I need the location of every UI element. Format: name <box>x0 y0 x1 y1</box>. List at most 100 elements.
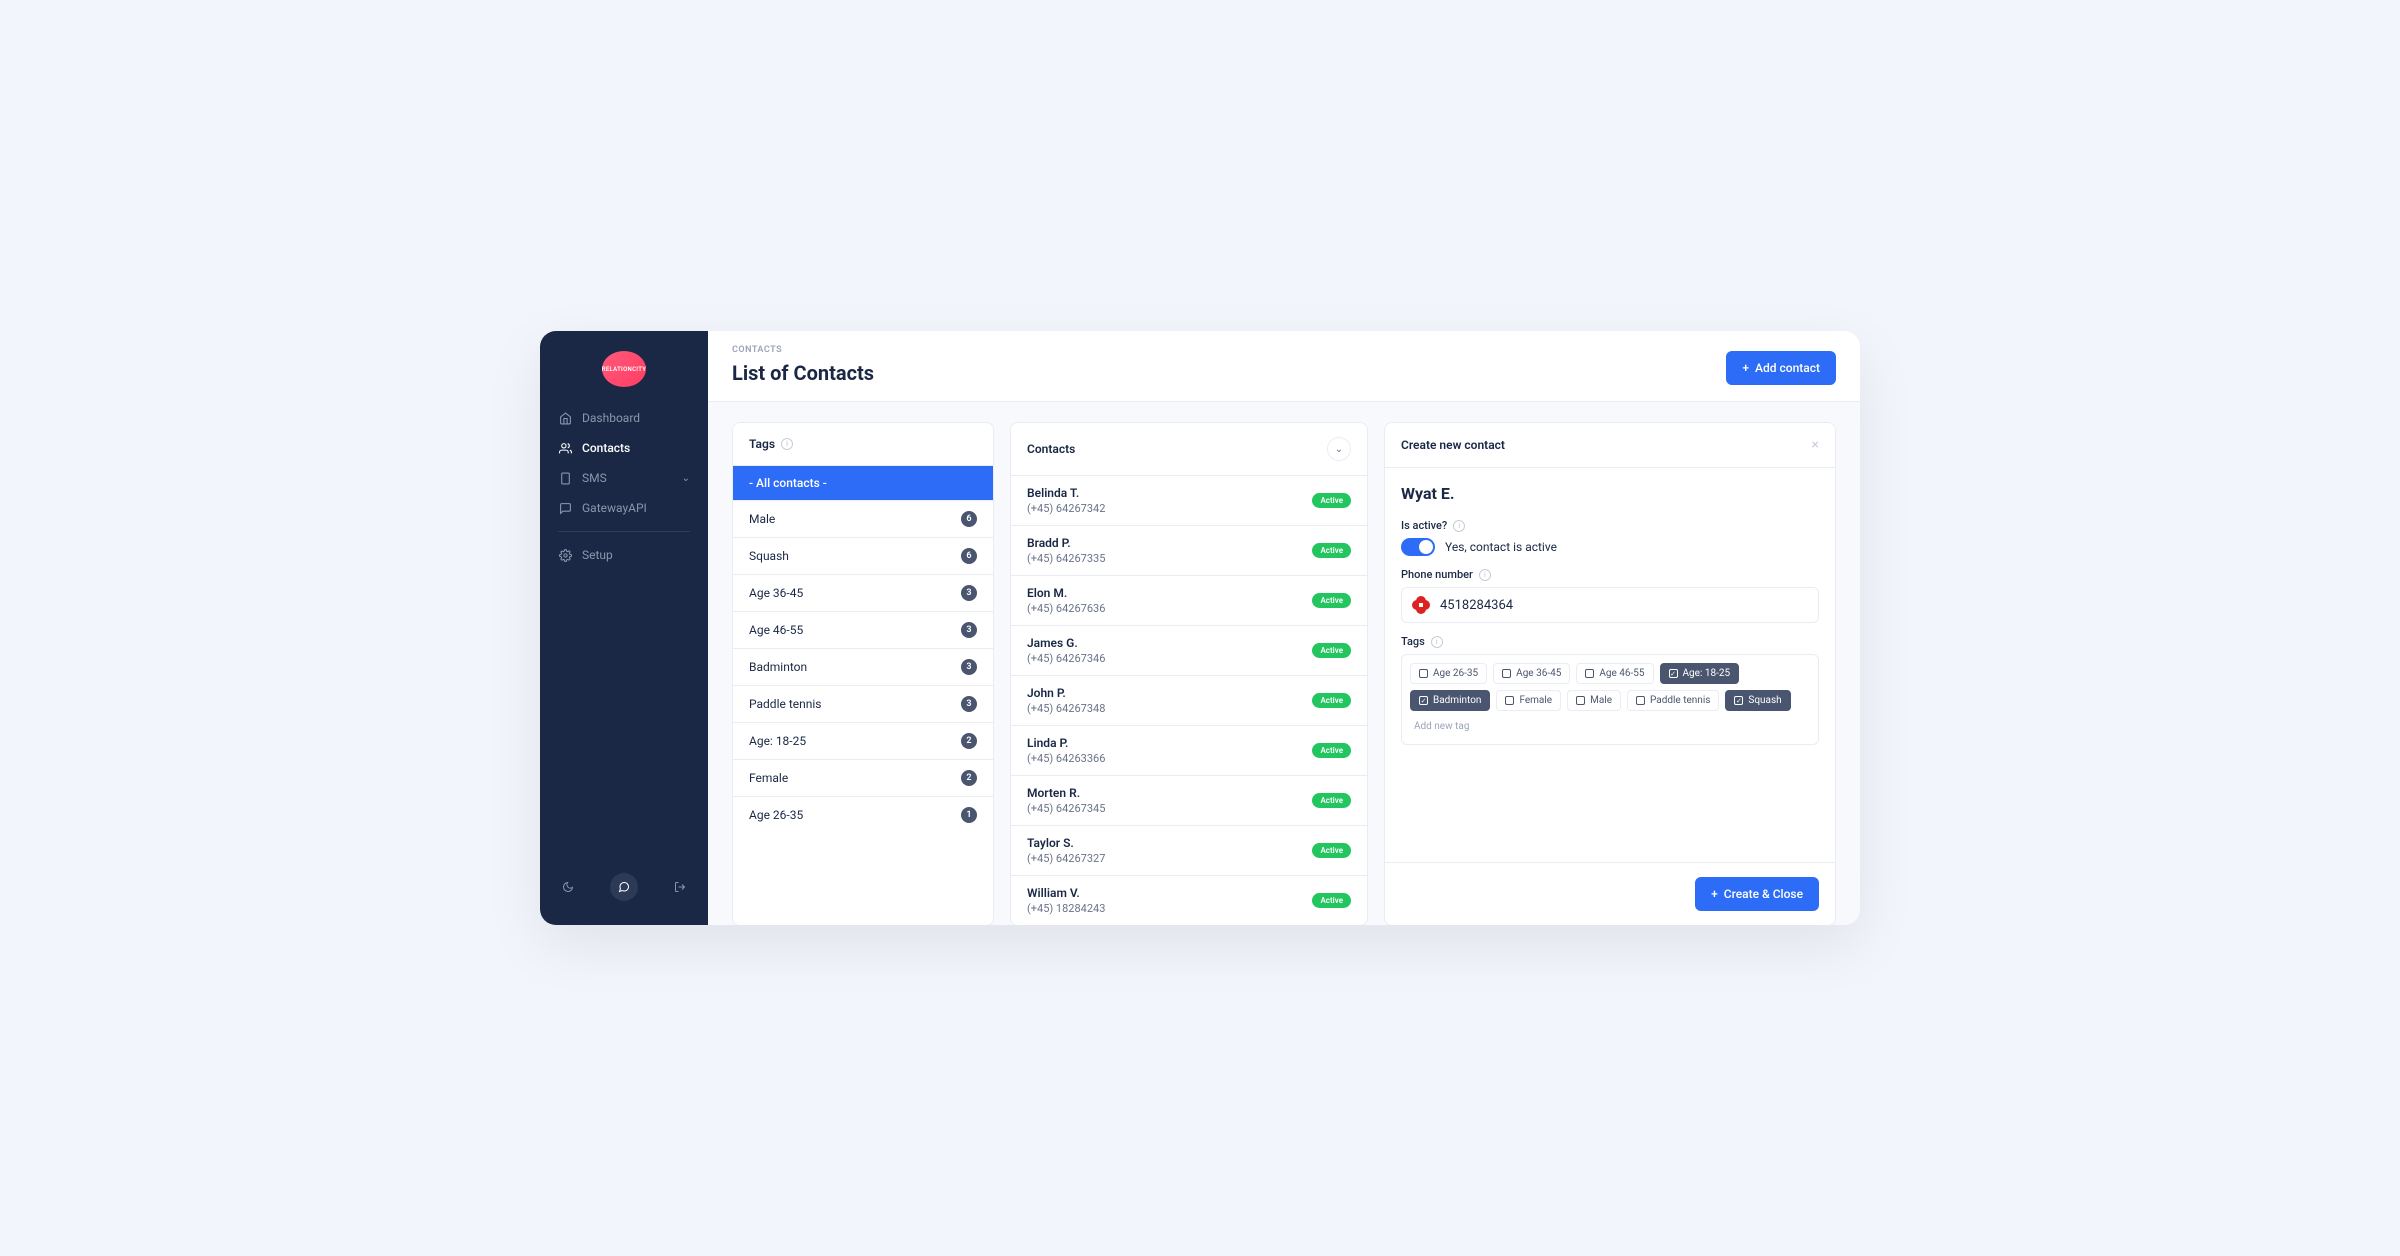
checkbox-icon <box>1636 696 1645 705</box>
tag-count: 2 <box>961 733 977 749</box>
status-badge: Active <box>1312 843 1351 858</box>
chat-button[interactable] <box>610 873 638 901</box>
tag-chip[interactable]: ✓Squash <box>1725 690 1790 711</box>
tag-row[interactable]: Male6 <box>733 501 993 538</box>
contact-phone: (+45) 64263366 <box>1027 752 1105 765</box>
contact-phone: (+45) 64267335 <box>1027 552 1105 565</box>
info-icon[interactable]: i <box>1479 569 1491 581</box>
nav-secondary: Setup <box>540 540 708 570</box>
content: Tags i - All contacts -Male6Squash6Age 3… <box>708 402 1860 925</box>
tag-label: Badminton <box>749 660 807 674</box>
tag-label: Age 26-35 <box>749 808 803 822</box>
tag-count: 3 <box>961 696 977 712</box>
sidebar: RELATIONCITY DashboardContactsSMS⌄Gatewa… <box>540 331 708 925</box>
phone-input[interactable] <box>1440 598 1808 613</box>
tag-row[interactable]: Badminton 3 <box>733 649 993 686</box>
tag-row[interactable]: Paddle tennis3 <box>733 686 993 723</box>
status-badge: Active <box>1312 743 1351 758</box>
contact-name: William V. <box>1027 886 1105 900</box>
info-icon[interactable]: i <box>1431 636 1443 648</box>
checkbox-icon <box>1419 669 1428 678</box>
logo: RELATIONCITY <box>540 347 708 403</box>
phone-label: Phone number i <box>1401 568 1819 581</box>
chip-label: Age 26-35 <box>1433 668 1478 679</box>
tag-count: 3 <box>961 622 977 638</box>
sidebar-item-sms[interactable]: SMS⌄ <box>548 463 700 493</box>
contact-name: Elon M. <box>1027 586 1105 600</box>
tag-chip[interactable]: Female <box>1496 690 1561 711</box>
contact-name-heading: Wyat E. <box>1401 484 1819 503</box>
tag-row[interactable]: Squash6 <box>733 538 993 575</box>
tag-label: Squash <box>749 549 789 563</box>
page-title: List of Contacts <box>732 361 874 385</box>
contact-row[interactable]: James G.(+45) 64267346Active <box>1011 626 1367 676</box>
tag-chip[interactable]: Age 36-45 <box>1493 663 1570 684</box>
sidebar-item-setup[interactable]: Setup <box>548 540 700 570</box>
contact-phone: (+45) 64267327 <box>1027 852 1105 865</box>
create-close-button[interactable]: + Create & Close <box>1695 877 1819 911</box>
contact-name: Morten R. <box>1027 786 1105 800</box>
tag-row[interactable]: Female2 <box>733 760 993 797</box>
button-label: Create & Close <box>1724 887 1803 901</box>
close-icon[interactable]: × <box>1812 437 1819 453</box>
status-badge: Active <box>1312 793 1351 808</box>
contact-row[interactable]: Bradd P.(+45) 64267335Active <box>1011 526 1367 576</box>
tag-count: 3 <box>961 659 977 675</box>
status-badge: Active <box>1312 643 1351 658</box>
top-bar: CONTACTS List of Contacts + Add contact <box>708 331 1860 402</box>
tag-row[interactable]: - All contacts - <box>733 466 993 501</box>
sidebar-item-dashboard[interactable]: Dashboard <box>548 403 700 433</box>
tag-row[interactable]: Age: 18-25 2 <box>733 723 993 760</box>
add-tag-input[interactable]: Add new tag <box>1410 717 1473 736</box>
logout-button[interactable] <box>666 873 694 901</box>
tag-count: 1 <box>961 807 977 823</box>
info-icon[interactable]: i <box>1453 520 1465 532</box>
contact-phone: (+45) 18284243 <box>1027 902 1105 915</box>
phone-field[interactable] <box>1401 587 1819 623</box>
tag-count: 3 <box>961 585 977 601</box>
button-label: Add contact <box>1755 361 1820 375</box>
info-icon[interactable]: i <box>781 438 793 450</box>
tag-label: Age: 18-25 <box>749 734 806 748</box>
tag-chip[interactable]: Paddle tennis <box>1627 690 1719 711</box>
contact-phone: (+45) 64267636 <box>1027 602 1105 615</box>
detail-header: Create new contact × <box>1385 423 1835 468</box>
panel-title-text: Create new contact <box>1401 438 1505 452</box>
tag-row[interactable]: Age 46-55 3 <box>733 612 993 649</box>
sidebar-item-contacts[interactable]: Contacts <box>548 433 700 463</box>
sidebar-item-gatewayapi[interactable]: GatewayAPI <box>548 493 700 523</box>
panel-title-text: Tags <box>749 437 775 451</box>
tags-label: Tags i <box>1401 635 1819 648</box>
contact-row[interactable]: Taylor S.(+45) 64267327Active <box>1011 826 1367 876</box>
detail-body: Wyat E. Is active? i Yes, contact is act… <box>1385 468 1835 862</box>
contact-row[interactable]: Morten R.(+45) 64267345Active <box>1011 776 1367 826</box>
chip-label: Female <box>1519 695 1552 706</box>
tag-chip[interactable]: ✓Age: 18-25 <box>1660 663 1740 684</box>
contact-row[interactable]: Belinda T.(+45) 64267342Active <box>1011 476 1367 526</box>
contact-phone: (+45) 64267342 <box>1027 502 1105 515</box>
tag-chip[interactable]: Age 26-35 <box>1410 663 1487 684</box>
tag-row[interactable]: Age 36-453 <box>733 575 993 612</box>
checkbox-icon <box>1505 696 1514 705</box>
tag-label: Age 46-55 <box>749 623 803 637</box>
tag-chip[interactable]: Age 46-55 <box>1576 663 1653 684</box>
tag-chip[interactable]: ✓Badminton <box>1410 690 1490 711</box>
contact-row[interactable]: Elon M.(+45) 64267636Active <box>1011 576 1367 626</box>
active-toggle[interactable] <box>1401 538 1435 556</box>
tag-count: 2 <box>961 770 977 786</box>
tags-box: Age 26-35 Age 36-45 Age 46-55 ✓Age: 18-25 ✓B… <box>1401 654 1819 745</box>
contact-name: Linda P. <box>1027 736 1105 750</box>
status-badge: Active <box>1312 893 1351 908</box>
theme-toggle[interactable] <box>554 873 582 901</box>
sidebar-item-label: SMS <box>582 471 607 485</box>
checkbox-icon <box>1502 669 1511 678</box>
contact-row[interactable]: Linda P. (+45) 64263366 Active <box>1011 726 1367 776</box>
tag-chip[interactable]: Male <box>1567 690 1621 711</box>
add-contact-button[interactable]: + Add contact <box>1726 351 1836 385</box>
contact-row[interactable]: William V. (+45) 18284243 Active <box>1011 876 1367 925</box>
tag-row[interactable]: Age 26-35 1 <box>733 797 993 833</box>
collapse-button[interactable]: ⌄ <box>1327 437 1351 461</box>
contact-row[interactable]: John P.(+45) 64267348Active <box>1011 676 1367 726</box>
detail-panel: Create new contact × Wyat E. Is active? … <box>1384 422 1836 925</box>
chip-label: Squash <box>1748 695 1781 706</box>
